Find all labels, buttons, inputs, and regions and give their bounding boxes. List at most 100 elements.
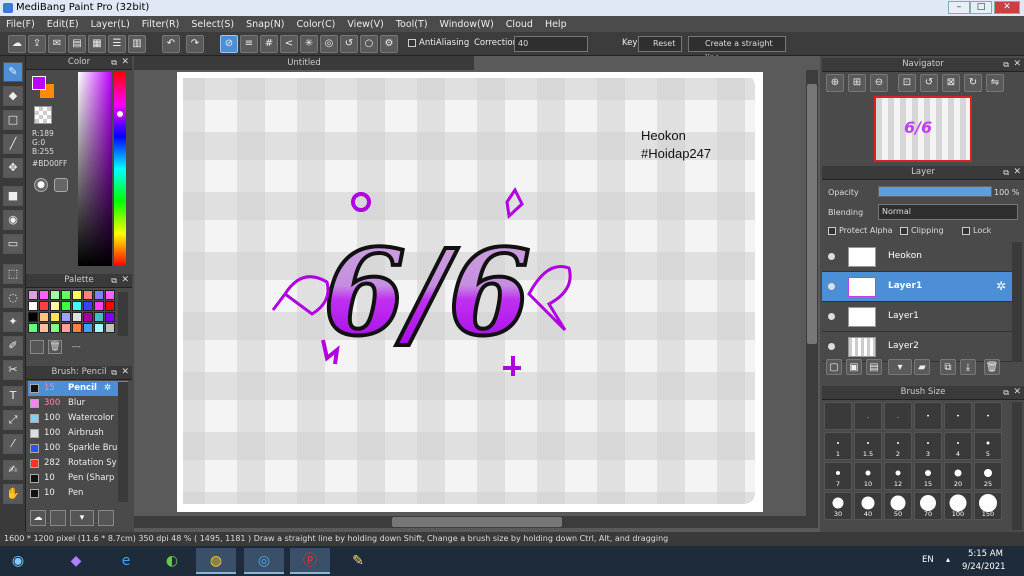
close-panel-icon[interactable]: ✕ [1013,58,1021,71]
rotate-reset-icon[interactable]: ⊠ [942,74,960,92]
grid-snap-icon[interactable]: # [260,35,278,53]
brush-size-preset[interactable]: 2 [884,432,912,460]
close-panel-icon[interactable]: ✕ [1013,166,1021,179]
color-picker-icon[interactable] [54,178,68,192]
medibang-icon[interactable]: ◎ [244,548,284,574]
menu-select[interactable]: Select(S) [185,16,240,32]
protect-alpha-checkbox[interactable]: Protect Alpha [828,226,893,235]
move-tool-icon[interactable]: ✥ [3,158,23,178]
document-icon[interactable]: ▦ [88,35,106,53]
brush-item-rotation[interactable]: 282 Rotation Sy [28,456,128,471]
opacity-slider[interactable] [878,186,992,197]
correction-select[interactable]: 40 [514,36,588,52]
duplicate-layer-icon[interactable]: ⧉ [940,359,956,375]
cloud-brush-icon[interactable]: ☁ [30,510,46,526]
internet-explorer-icon[interactable]: e [106,548,146,574]
palette-swatch[interactable] [105,290,115,300]
undock-icon[interactable]: ⧉ [111,56,117,69]
chrome-icon[interactable]: ◍ [196,548,236,574]
undock-icon[interactable]: ⧉ [1003,166,1009,179]
menu-file[interactable]: File(F) [0,16,41,32]
hue-slider[interactable] [114,72,126,266]
brush-size-preset[interactable]: 40 [854,492,882,520]
undock-icon[interactable]: ⧉ [1003,386,1009,399]
brush-item-watercolor[interactable]: 100 Watercolor [28,411,128,426]
rotate-right-icon[interactable]: ↻ [964,74,982,92]
brush-size-preset[interactable]: 50 [884,492,912,520]
close-panel-icon[interactable]: ✕ [121,56,129,69]
menu-cloud[interactable]: Cloud [500,16,539,32]
palette-swatch[interactable] [83,301,93,311]
hue-handle[interactable] [115,109,125,119]
rect-tool-icon[interactable]: □ [3,110,23,130]
clipping-checkbox[interactable]: Clipping [900,226,944,235]
document-tab[interactable]: Untitled [134,56,474,70]
visibility-icon[interactable] [828,253,835,260]
parallel-snap-icon[interactable]: ≡ [240,35,258,53]
operation-tool-icon[interactable]: ⤢ [3,410,23,430]
palette-swatch[interactable] [83,312,93,322]
layer-row[interactable]: Heokon [822,242,1012,272]
brush-size-preset[interactable]: • [944,402,972,430]
clock-time[interactable]: 5:15 AM [968,549,1003,559]
gradient-tool-icon[interactable]: ▭ [3,234,23,254]
lasso-tool-icon[interactable]: ◌ [3,288,23,308]
palette-swatch[interactable] [83,290,93,300]
add-layer-dropdown-icon[interactable]: ▾ [888,359,912,375]
foreground-color-swatch[interactable] [32,76,46,90]
palette-swatch[interactable] [94,312,104,322]
reset-button[interactable]: Reset [638,36,682,52]
palette-swatch[interactable] [105,301,115,311]
menu-help[interactable]: Help [539,16,573,32]
menu-edit[interactable]: Edit(E) [41,16,85,32]
palette-scrollbar[interactable] [118,292,128,336]
palette-swatch[interactable] [50,290,60,300]
brush-size-preset[interactable]: 1.5 [854,432,882,460]
palette-swatch[interactable] [61,290,71,300]
layer-scrollbar[interactable] [1012,242,1022,362]
delete-layer-icon[interactable]: 🗑 [984,359,1000,375]
select-tool-icon[interactable]: ⬚ [3,264,23,284]
vertical-scroll-thumb[interactable] [807,84,817,344]
palette-swatch[interactable] [61,301,71,311]
menu-color[interactable]: Color(C) [291,16,342,32]
brush-size-preset[interactable]: 20 [944,462,972,490]
zoom-fit-icon[interactable]: ⊞ [848,74,866,92]
brush-size-preset[interactable]: 12 [884,462,912,490]
ellipse-snap-icon[interactable]: ○ [360,35,378,53]
brush-size-preset[interactable]: 100 [944,492,972,520]
canvas-horizontal-scrollbar[interactable] [134,516,818,528]
layer-row[interactable]: Layer1 [822,302,1012,332]
rotate-left-icon[interactable]: ↺ [920,74,938,92]
new-layer-icon[interactable]: ▢ [826,359,842,375]
palette-swatch[interactable] [105,312,115,322]
palette-swatch[interactable] [50,312,60,322]
visibility-icon[interactable] [828,343,835,350]
maximize-button[interactable]: □ [970,1,992,14]
brush-size-preset[interactable]: . [854,402,882,430]
color-wheel-icon[interactable]: ● [34,178,48,192]
tray-arrow-icon[interactable]: ▴ [946,555,950,564]
undock-icon[interactable]: ⧉ [1003,58,1009,71]
palette-swatch[interactable] [50,301,60,311]
zoom-actual-icon[interactable]: ⊡ [898,74,916,92]
paint-icon[interactable]: ✎ [338,548,378,574]
brush-size-preset[interactable]: 30 [824,492,852,520]
brush-size-preset[interactable]: 5 [974,432,1002,460]
navigator-preview[interactable]: 6/6 [874,96,972,162]
close-panel-icon[interactable]: ✕ [121,366,129,379]
radial-snap-icon[interactable]: ✳ [300,35,318,53]
clock-date[interactable]: 9/24/2021 [962,562,1006,572]
add-brush-dropdown-icon[interactable]: ▾ [70,510,94,526]
lock-checkbox[interactable]: Lock [962,226,991,235]
folder-icon[interactable]: ▰ [914,359,930,375]
brush-item-sparkle[interactable]: 100 Sparkle Bru [28,441,128,456]
transparent-color-swatch[interactable] [34,106,52,124]
brush-size-preset[interactable]: 4 [944,432,972,460]
panel-icon[interactable]: ▤ [68,35,86,53]
undo-icon[interactable]: ↶ [162,35,180,53]
eyedropper-tool-icon[interactable]: ⁄ [3,434,23,454]
palette-swatch[interactable] [28,312,38,322]
snap-off-icon[interactable]: ⊘ [220,35,238,53]
close-button[interactable]: ✕ [994,1,1020,14]
